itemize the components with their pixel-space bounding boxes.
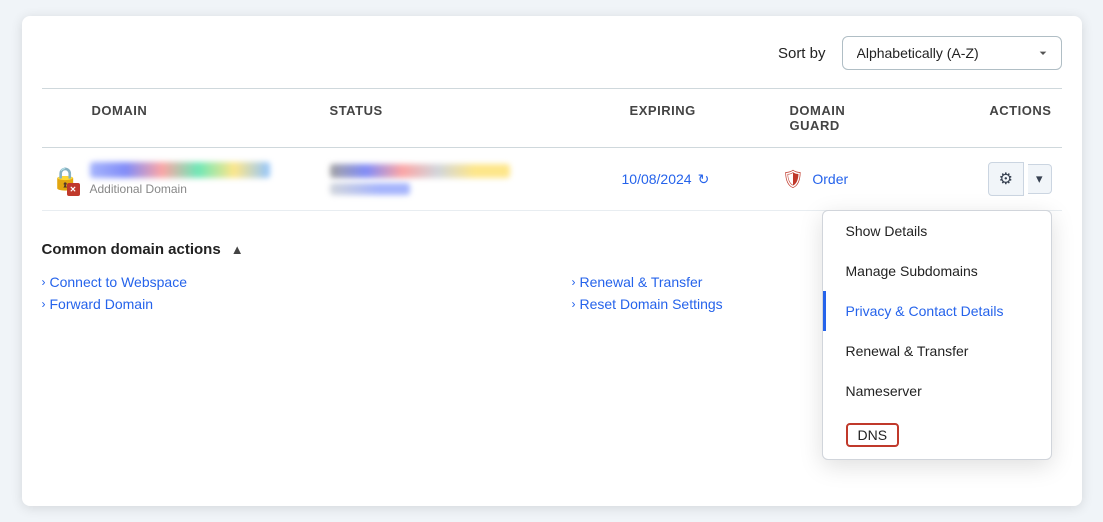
chevron-right-icon: › xyxy=(572,297,576,311)
main-card: Sort by Alphabetically (A-Z) Alphabetica… xyxy=(22,16,1082,506)
common-actions-chevron-icon[interactable]: ▲ xyxy=(231,242,244,257)
order-link[interactable]: Order xyxy=(812,171,848,187)
actions-cell: ⚙ ▾ Show Details Manage Subdomains Priva… xyxy=(942,162,1062,196)
action-forward-domain[interactable]: › Forward Domain xyxy=(42,296,532,312)
action-connect-webspace[interactable]: › Connect to Webspace xyxy=(42,274,532,290)
chevron-right-icon: › xyxy=(572,275,576,289)
dropdown-privacy-contact[interactable]: Privacy & Contact Details xyxy=(823,291,1051,331)
dns-highlight-box: DNS xyxy=(846,423,900,447)
th-status: STATUS xyxy=(322,99,622,137)
table-header: DOMAIN STATUS EXPIRING DOMAINGUARD ACTIO… xyxy=(42,88,1062,148)
sort-select[interactable]: Alphabetically (A-Z) Alphabetically (Z-A… xyxy=(842,36,1062,70)
dropdown-manage-subdomains[interactable]: Manage Subdomains xyxy=(823,251,1051,291)
status-cell xyxy=(322,164,622,195)
th-actions: ACTIONS xyxy=(942,99,1062,137)
refresh-icon[interactable]: ↻ xyxy=(698,171,710,188)
chevron-right-icon: › xyxy=(42,297,46,311)
shield-icon: 🛡 xyxy=(782,169,805,190)
actions-chevron-button[interactable]: ▾ xyxy=(1028,164,1052,194)
domain-sub: Additional Domain xyxy=(90,182,270,196)
th-domain-guard: DOMAINGUARD xyxy=(782,99,942,137)
domain-guard-cell: 🛡 Order xyxy=(782,169,942,190)
domain-name-wrap: Additional Domain xyxy=(90,162,270,196)
actions-dropdown: Show Details Manage Subdomains Privacy &… xyxy=(822,210,1052,460)
dropdown-nameserver[interactable]: Nameserver xyxy=(823,371,1051,411)
th-expiring: EXPIRING xyxy=(622,99,782,137)
expiring-date: 10/08/2024 xyxy=(622,171,692,187)
sort-row: Sort by Alphabetically (A-Z) Alphabetica… xyxy=(42,36,1062,70)
status-blur-line1 xyxy=(330,164,510,178)
expiring-cell: 10/08/2024 ↻ xyxy=(622,171,782,188)
dropdown-dns[interactable]: DNS xyxy=(823,411,1051,459)
domain-cell: 🔒 ✕ Additional Domain xyxy=(42,162,322,196)
dropdown-show-details[interactable]: Show Details xyxy=(823,211,1051,251)
domain-name-blur xyxy=(90,162,270,178)
status-blur-line2 xyxy=(330,183,410,195)
common-actions-title: Common domain actions xyxy=(42,241,221,258)
dropdown-renewal-transfer[interactable]: Renewal & Transfer xyxy=(823,331,1051,371)
lock-icon-wrap: 🔒 ✕ xyxy=(52,162,80,196)
table-row: 🔒 ✕ Additional Domain 10/08/2024 ↻ 🛡 Ord… xyxy=(42,148,1062,211)
gear-button[interactable]: ⚙ xyxy=(988,162,1024,196)
th-domain: DOMAIN xyxy=(42,99,322,137)
lock-x-icon: ✕ xyxy=(67,183,80,196)
sort-label: Sort by xyxy=(778,45,826,62)
chevron-right-icon: › xyxy=(42,275,46,289)
